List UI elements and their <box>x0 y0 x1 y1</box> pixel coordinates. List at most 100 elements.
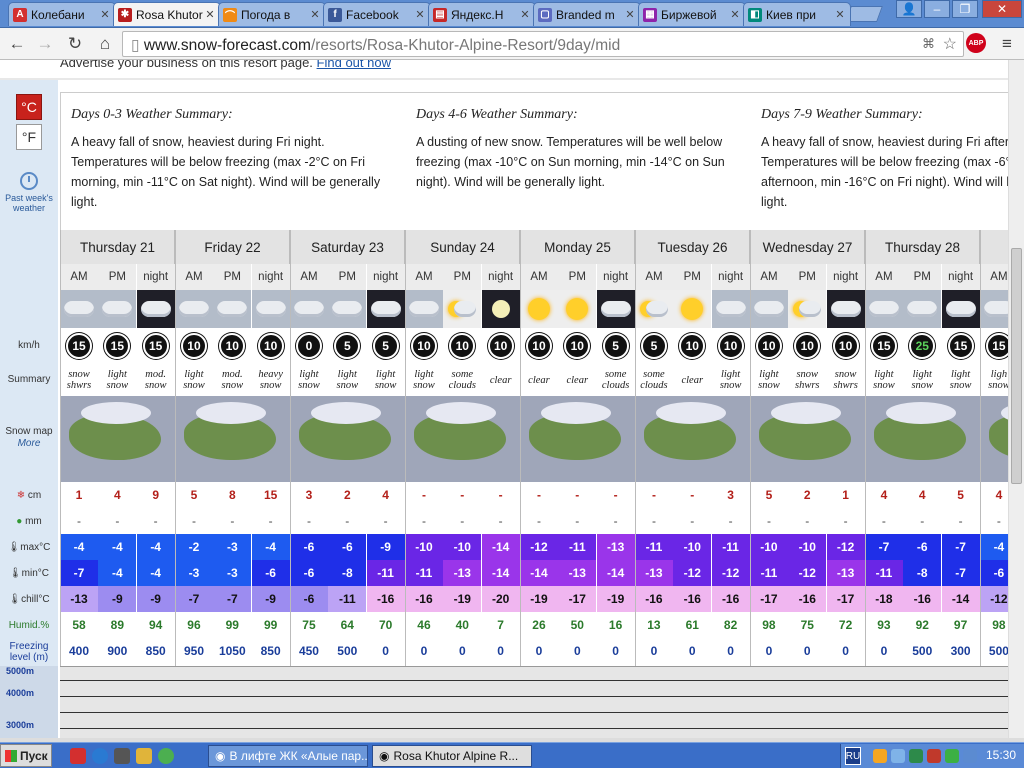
clock-icon[interactable] <box>20 172 38 190</box>
tray-icon[interactable] <box>963 749 977 763</box>
snow-amount: - <box>519 482 558 508</box>
freezing-level: 400 <box>60 638 98 664</box>
close-tab-icon[interactable]: ✕ <box>414 8 426 21</box>
forward-icon[interactable]: → <box>34 33 56 55</box>
close-tab-icon[interactable]: ✕ <box>624 8 636 21</box>
media-icon[interactable] <box>114 748 130 764</box>
volume-icon[interactable] <box>927 749 941 763</box>
max-temp: -4 <box>251 534 290 560</box>
night-snow-icon <box>941 290 980 328</box>
wind-arrow-icon: 10 <box>832 333 859 359</box>
close-tab-icon[interactable]: ✕ <box>834 8 846 21</box>
profile-button[interactable]: 👤 <box>896 0 922 18</box>
folder-icon[interactable] <box>136 748 152 764</box>
chill-temp: -16 <box>673 586 712 612</box>
min-temp: -11 <box>404 560 443 586</box>
restore-button[interactable]: ❐ <box>952 0 978 18</box>
min-temp: -14 <box>519 560 558 586</box>
snow-amount: 4 <box>864 482 903 508</box>
humidity: 98 <box>979 612 1008 638</box>
close-tab-icon[interactable]: ✕ <box>204 8 216 21</box>
minimize-button[interactable]: – <box>924 0 950 18</box>
wind-speed: 5 <box>328 328 366 364</box>
more-link[interactable]: More <box>0 438 58 449</box>
left-label-column: °C °F Past week's weather km/h Summary S… <box>0 80 58 738</box>
tray-icon[interactable] <box>873 749 887 763</box>
vertical-scrollbar[interactable] <box>1008 60 1024 738</box>
taskbar-window-1[interactable]: ◉ В лифте ЖК «Алые пар... <box>208 745 368 767</box>
humidity: 26 <box>519 612 558 638</box>
freezing-level: 0 <box>634 638 673 664</box>
snow-map-thumbnail[interactable] <box>980 396 1008 482</box>
fahrenheit-button[interactable]: °F <box>16 124 42 150</box>
min-temp: -13 <box>558 560 597 586</box>
browser-tab[interactable]: f Facebook ✕ <box>323 2 431 26</box>
home-icon[interactable]: ⌂ <box>94 33 116 55</box>
period-label: AM <box>864 264 903 290</box>
taskbar: Пуск ◉ В лифте ЖК «Алые пар... ◉ Rosa Khut… <box>0 742 1024 768</box>
past-weather-link[interactable]: Past week's weather <box>4 193 54 213</box>
windows-logo-icon <box>5 749 17 762</box>
start-button[interactable]: Пуск <box>0 744 52 767</box>
tab-title: Facebook <box>346 7 399 22</box>
cloud-snow-icon <box>174 290 213 328</box>
period-label: night <box>711 264 750 290</box>
browser-tab[interactable]: ✱ Rosa Khutor ✕ <box>113 2 221 26</box>
snow-map-thumbnail[interactable] <box>520 396 635 482</box>
clock: 15:30 <box>985 748 1016 762</box>
taskbar-window-2[interactable]: ◉ Rosa Khutor Alpine R... <box>372 745 532 767</box>
period-label: night <box>481 264 520 290</box>
translate-icon[interactable]: ⌘ <box>922 36 935 52</box>
browser-tab[interactable]: ⌒ Погода в ✕ <box>218 2 326 26</box>
close-window-button[interactable]: ✕ <box>982 0 1022 18</box>
celsius-button[interactable]: °C <box>16 94 42 120</box>
reload-icon[interactable]: ↻ <box>64 33 86 55</box>
browser-tab[interactable]: A Колебани ✕ <box>8 2 116 26</box>
close-tab-icon[interactable]: ✕ <box>309 8 321 21</box>
snow-map-thumbnail[interactable] <box>750 396 865 482</box>
browser-tab[interactable]: ▤ Яндекс.Н ✕ <box>428 2 536 26</box>
freezing-level: 300 <box>941 638 980 664</box>
menu-icon[interactable]: ≡ <box>996 33 1018 55</box>
wind-arrow-icon: 10 <box>525 333 552 359</box>
language-indicator[interactable]: RU <box>845 747 861 765</box>
rain-amount: - <box>634 508 673 534</box>
window-title: В лифте ЖК «Алые пар... <box>229 749 368 763</box>
cloud-heavy-snow-icon <box>251 290 290 328</box>
moon-icon <box>481 290 520 328</box>
network-icon[interactable] <box>945 749 959 763</box>
opera-icon[interactable] <box>70 748 86 764</box>
tab-title: Branded m <box>556 7 615 22</box>
day-separator <box>290 230 291 668</box>
snow-amount: - <box>596 482 635 508</box>
back-icon[interactable]: ← <box>6 33 28 55</box>
snow-map-thumbnail[interactable] <box>60 396 175 482</box>
snow-map-thumbnail[interactable] <box>175 396 290 482</box>
rain-amount: - <box>213 508 252 534</box>
chrome-icon[interactable] <box>158 748 174 764</box>
wind-speed: 5 <box>635 328 673 364</box>
close-tab-icon[interactable]: ✕ <box>99 8 111 21</box>
ie-icon[interactable] <box>92 748 108 764</box>
close-tab-icon[interactable]: ✕ <box>519 8 531 21</box>
chill-temp: -9 <box>251 586 290 612</box>
freezing-level: 500 <box>979 638 1008 664</box>
sun-cloud-icon <box>443 290 482 328</box>
scroll-thumb[interactable] <box>1011 248 1022 484</box>
close-tab-icon[interactable]: ✕ <box>729 8 741 21</box>
map-snow <box>311 402 381 424</box>
promo-link[interactable]: Find out now <box>317 60 391 70</box>
browser-tab[interactable]: ▦ Биржевой ✕ <box>638 2 746 26</box>
snow-map-thumbnail[interactable] <box>635 396 750 482</box>
browser-tab[interactable]: ◧ Киев при ✕ <box>743 2 851 26</box>
address-bar[interactable]: ▯ www.snow-forecast.com/resorts/Rosa-Khu… <box>122 31 964 57</box>
summary-text: light snow <box>719 369 742 391</box>
bookmark-star-icon[interactable]: ☆ <box>943 34 957 54</box>
adblock-icon[interactable]: ABP <box>966 33 986 53</box>
browser-tab[interactable]: ▢ Branded m ✕ <box>533 2 641 26</box>
snow-map-thumbnail[interactable] <box>405 396 520 482</box>
snow-map-thumbnail[interactable] <box>290 396 405 482</box>
tray-icon[interactable] <box>909 749 923 763</box>
tray-icon[interactable] <box>891 749 905 763</box>
snow-map-thumbnail[interactable] <box>865 396 980 482</box>
